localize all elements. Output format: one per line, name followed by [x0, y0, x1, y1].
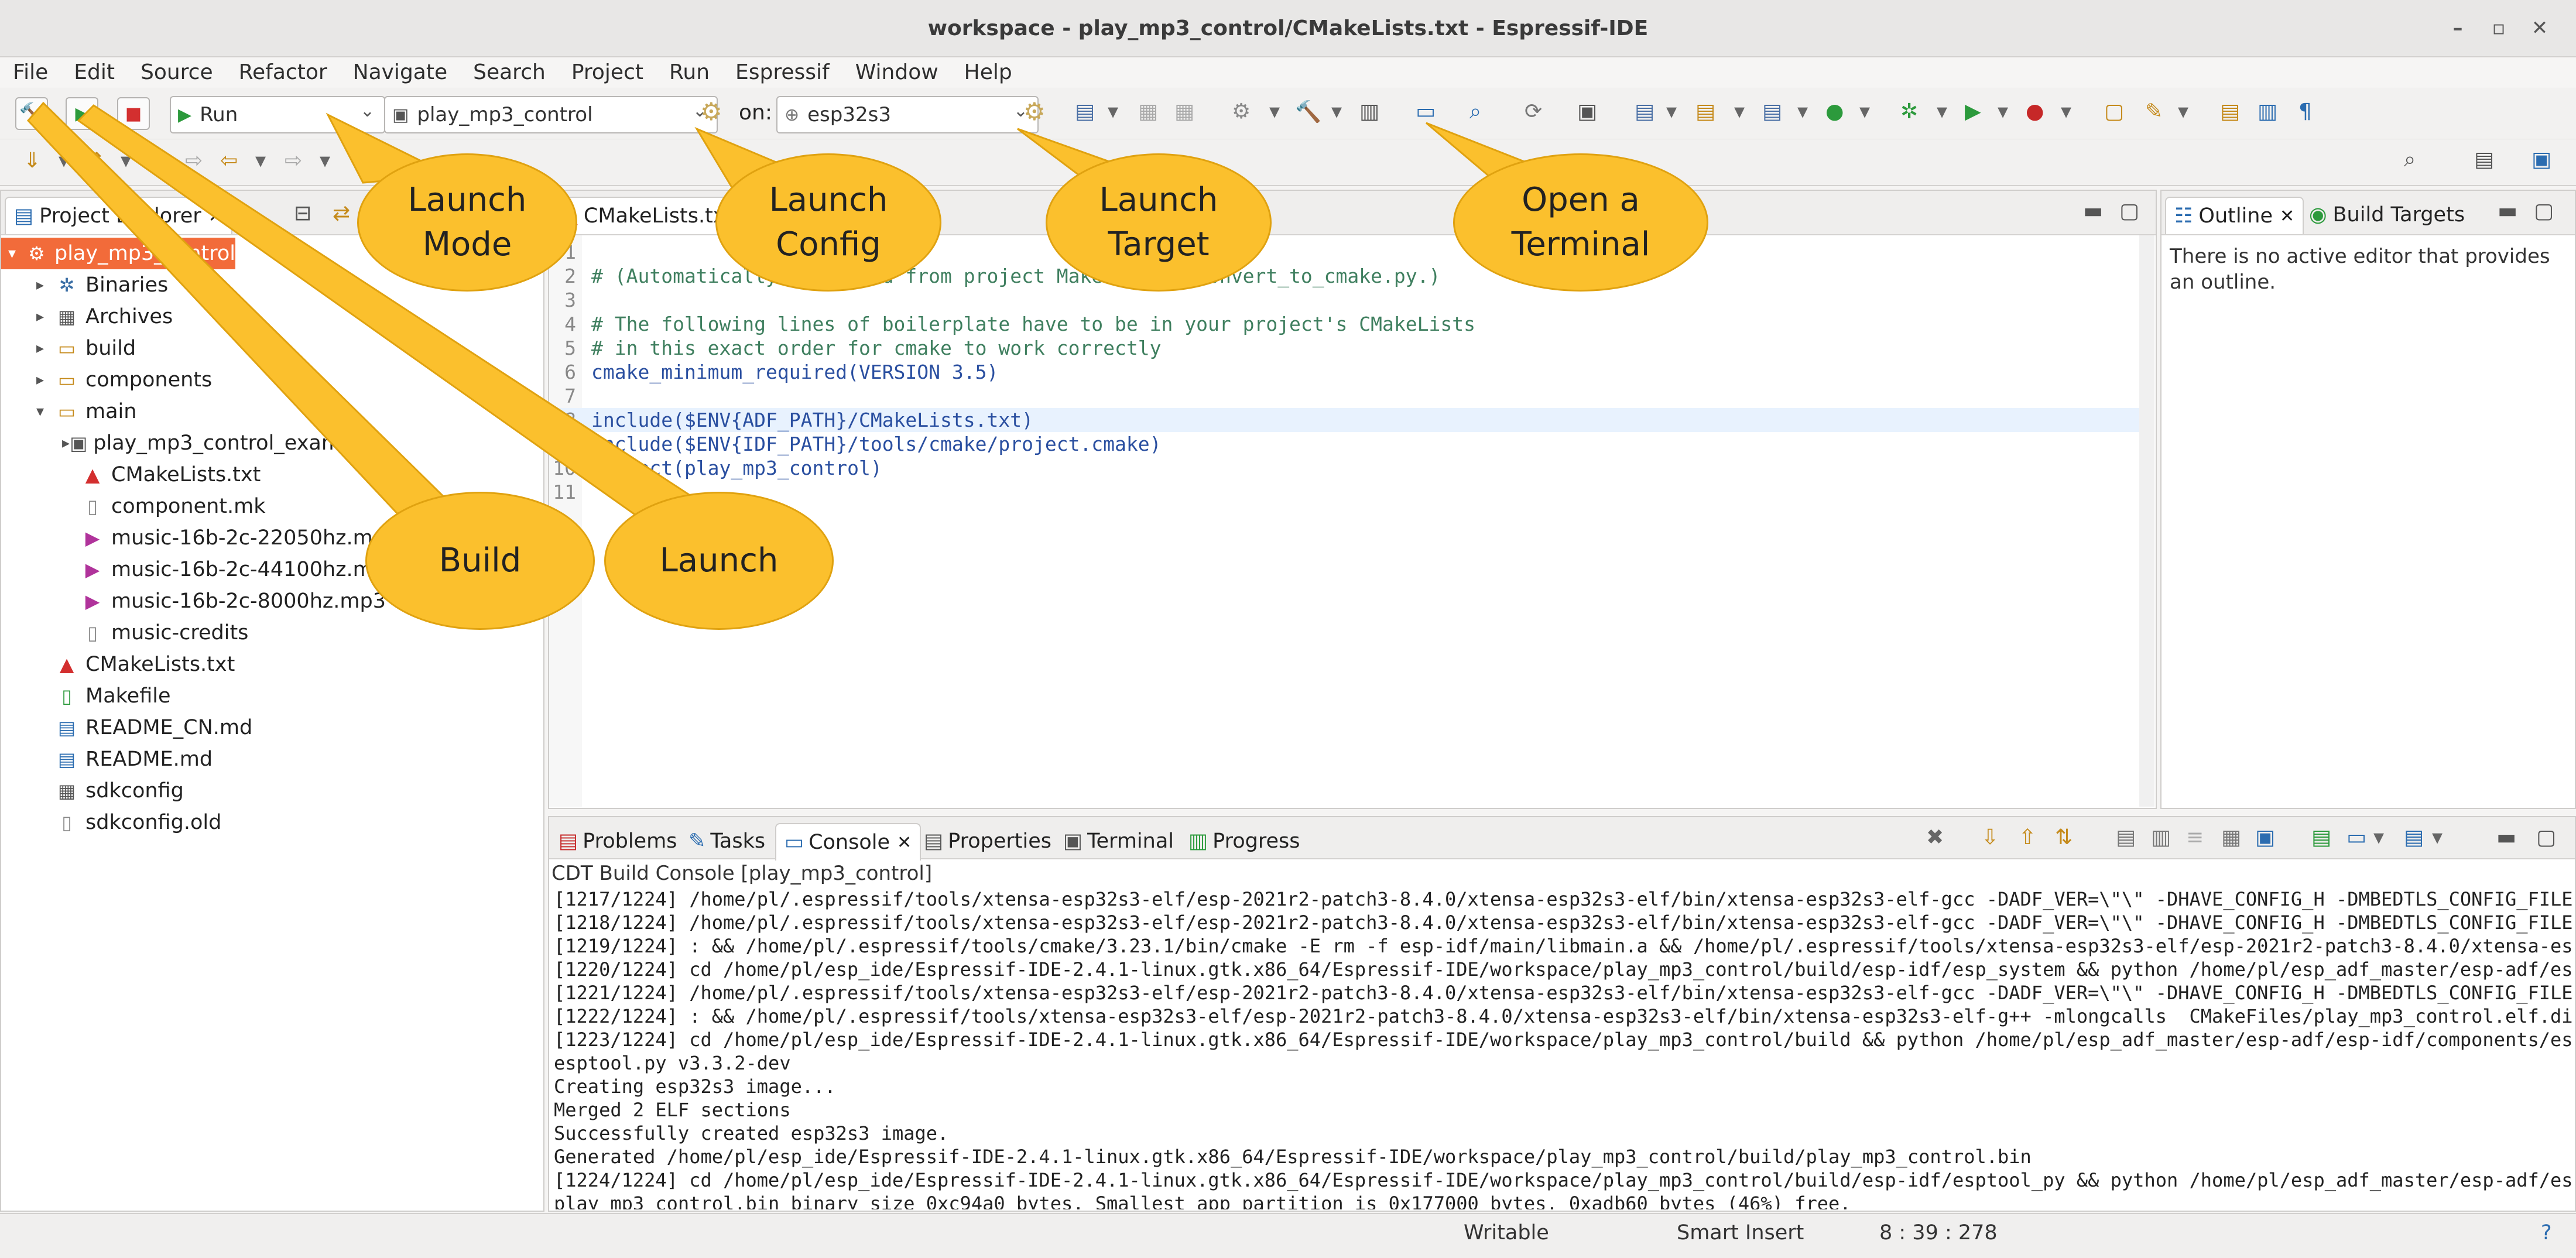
callout-text: Config	[776, 225, 881, 263]
callout-launch-target: Launch Target	[1046, 153, 1272, 292]
callout-launch: Launch	[604, 492, 834, 630]
callout-text: Launch	[659, 541, 779, 580]
callout-text: Target	[1108, 225, 1210, 263]
callout-text: Launch	[1099, 181, 1218, 219]
callout-text: Launch	[769, 181, 888, 219]
callout-text: Mode	[422, 225, 512, 263]
callout-text: Build	[439, 541, 522, 580]
callout-text: Launch	[407, 181, 527, 219]
callout-text: Terminal	[1511, 225, 1650, 263]
callout-launch-mode: Launch Mode	[357, 153, 577, 292]
callout-open-terminal: Open a Terminal	[1453, 153, 1708, 292]
callout-launch-config: Launch Config	[715, 153, 941, 292]
callout-text: Open a	[1522, 181, 1640, 219]
callout-build: Build	[365, 492, 595, 630]
